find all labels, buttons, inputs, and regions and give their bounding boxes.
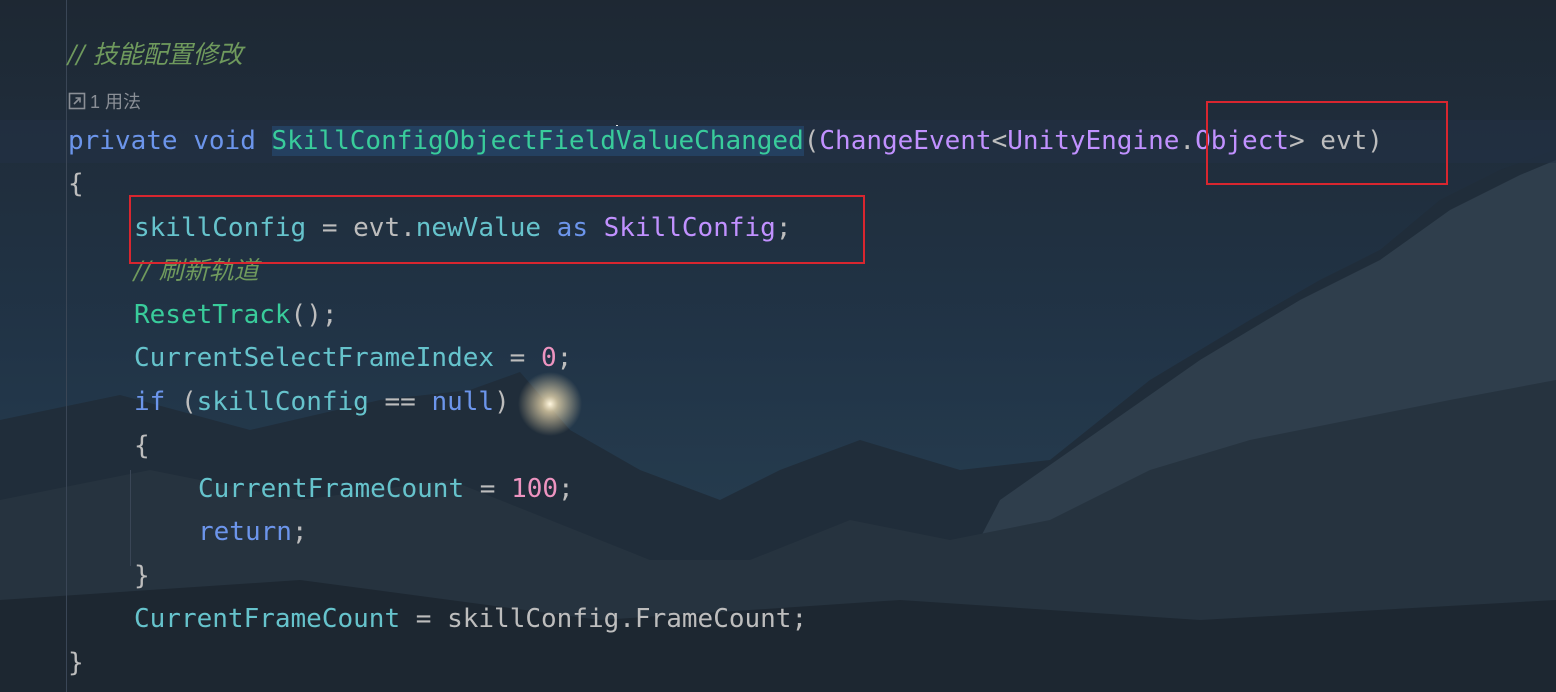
var-skill-config[interactable]: skillConfig (447, 604, 619, 634)
open-paren: ( (803, 126, 820, 156)
annotation-box-assign-line (129, 195, 865, 264)
call-parens: (); (290, 300, 338, 330)
semicolon: ; (291, 517, 308, 547)
close-brace: } (134, 561, 150, 591)
keyword-private: private (68, 126, 178, 156)
close-brace: } (68, 648, 84, 678)
semicolon: ; (556, 343, 573, 373)
assign-op: = (464, 474, 512, 504)
namespace-unity-engine[interactable]: UnityEngine (1007, 126, 1179, 156)
semicolon: ; (558, 474, 574, 504)
reset-track-line[interactable]: ResetTrack(); (134, 296, 338, 334)
keyword-null: null (431, 387, 495, 417)
call-reset-track[interactable]: ResetTrack (134, 300, 291, 330)
type-change-event[interactable]: ChangeEvent (819, 126, 991, 156)
usages-label: 1 用法 (90, 92, 142, 112)
return-line[interactable]: return; (198, 513, 308, 551)
keyword-return: return (198, 517, 292, 547)
prop-current-frame-count[interactable]: CurrentFrameCount (198, 474, 464, 504)
semicolon: ; (791, 604, 808, 634)
comment-line: // 技能配置修改 (68, 40, 243, 69)
var-skill-config[interactable]: skillConfig (197, 387, 369, 417)
if-line[interactable]: if (skillConfig == null) (134, 383, 510, 421)
prop-current-select-frame-index[interactable]: CurrentSelectFrameIndex (134, 343, 494, 373)
dot: . (619, 604, 635, 634)
final-assign-line[interactable]: CurrentFrameCount = skillConfig.FrameCou… (134, 600, 807, 638)
dot: . (1179, 126, 1196, 156)
open-usages-icon (68, 92, 86, 110)
equals-op: == (368, 387, 432, 417)
open-paren: ( (165, 387, 197, 417)
method-name-part1[interactable]: SkillConfigObjectField (271, 126, 616, 156)
assign-op: = (400, 604, 448, 634)
select-index-line[interactable]: CurrentSelectFrameIndex = 0; (134, 339, 572, 377)
assign-op: = (494, 343, 541, 373)
number-literal: 100 (511, 474, 559, 504)
open-brace: { (134, 431, 150, 461)
close-paren: ) (494, 387, 510, 417)
annotation-box-object-param (1206, 101, 1448, 185)
open-brace: { (68, 169, 84, 199)
member-frame-count[interactable]: FrameCount (635, 604, 792, 634)
usages-hint[interactable]: 1 用法 (68, 88, 141, 114)
number-literal: 0 (541, 343, 557, 373)
method-name-part2[interactable]: ValueChanged (615, 126, 804, 156)
keyword-void: void (193, 126, 256, 156)
generic-lt: < (991, 126, 1008, 156)
keyword-if: if (134, 387, 166, 417)
prop-current-frame-count[interactable]: CurrentFrameCount (134, 604, 400, 634)
frame-count-line[interactable]: CurrentFrameCount = 100; (198, 470, 574, 508)
method-signature-line[interactable]: private void SkillConfigObjectFieldValue… (68, 122, 1383, 160)
